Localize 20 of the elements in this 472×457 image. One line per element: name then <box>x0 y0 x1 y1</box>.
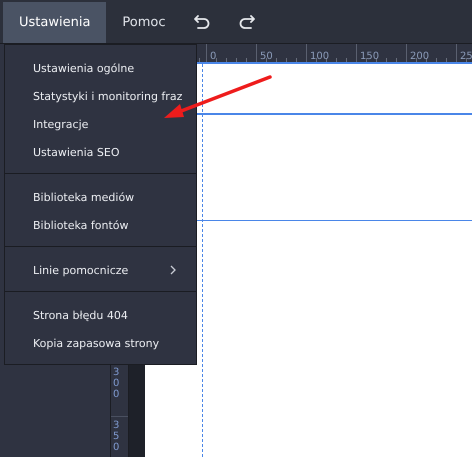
menu-item[interactable]: Strona błędu 404 <box>5 301 196 329</box>
menu-item[interactable]: Ustawienia SEO <box>5 138 196 166</box>
ruler-label: 25 <box>460 51 472 62</box>
chevron-icon <box>170 265 176 275</box>
menu-item[interactable]: Ustawienia ogólne <box>5 54 196 82</box>
menu-item[interactable]: Statystyki i monitoring fraz <box>5 82 196 110</box>
menu-item[interactable]: Kopia zapasowa strony <box>5 329 196 357</box>
menu-item[interactable]: Biblioteka mediów <box>5 183 196 211</box>
menu-button[interactable]: Pomoc <box>106 2 182 43</box>
menu-item[interactable]: Biblioteka fontów <box>5 211 196 239</box>
ruler-label: 200 <box>410 51 430 62</box>
ruler-label: 100 <box>310 51 330 62</box>
ruler-label: 350 <box>113 420 120 453</box>
menu-item[interactable]: Integracje <box>5 110 196 138</box>
menu-button[interactable]: Ustawienia <box>3 2 106 43</box>
ruler-label: 300 <box>113 367 120 400</box>
ruler-label: 150 <box>360 51 380 62</box>
ruler-label: 50 <box>260 51 273 62</box>
ruler-label: 0 <box>210 51 216 62</box>
menu-item[interactable]: Linie pomocnicze <box>5 256 196 284</box>
